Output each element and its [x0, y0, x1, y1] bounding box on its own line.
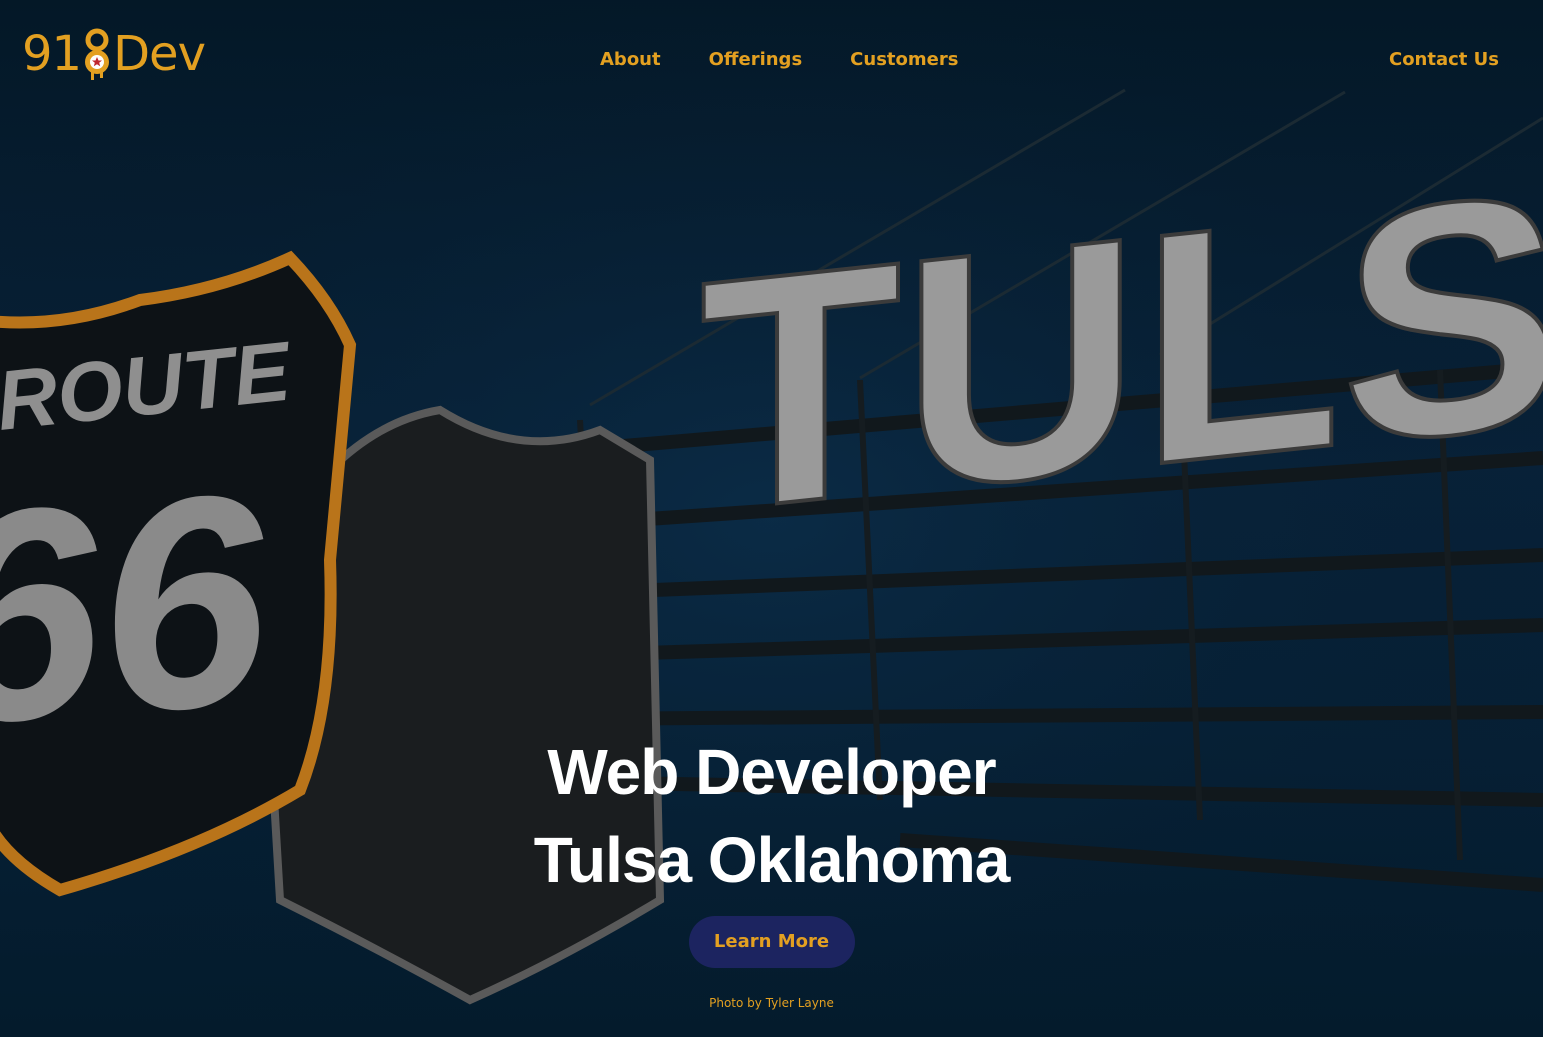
photo-credit: Photo by Tyler Layne: [709, 996, 834, 1010]
learn-more-button[interactable]: Learn More: [688, 916, 855, 968]
brand-logo[interactable]: 91 Dev: [22, 24, 206, 84]
logo-eight-star-icon: [82, 26, 112, 82]
hero-title-line-1: Web Developer: [547, 736, 996, 808]
hero-title-line-2: Tulsa Oklahoma: [533, 824, 1011, 896]
nav-item-customers[interactable]: Customers: [850, 48, 958, 72]
site-header: 91 Dev About Offerings Customers Contact…: [0, 0, 1543, 120]
contact-us-link[interactable]: Contact Us: [1389, 48, 1499, 72]
logo-text-right: Dev: [113, 26, 206, 82]
logo-text-left: 91: [22, 26, 82, 82]
hero-title: Web Developer Tulsa Oklahoma: [0, 728, 1543, 904]
main-nav: About Offerings Customers: [600, 48, 958, 72]
page: ROUTE 66 TULSA 91 Dev About Offerings Cu…: [0, 0, 1543, 1037]
hero-section: Web Developer Tulsa Oklahoma Learn More: [0, 728, 1543, 968]
nav-item-offerings[interactable]: Offerings: [709, 48, 803, 72]
nav-item-about[interactable]: About: [600, 48, 661, 72]
